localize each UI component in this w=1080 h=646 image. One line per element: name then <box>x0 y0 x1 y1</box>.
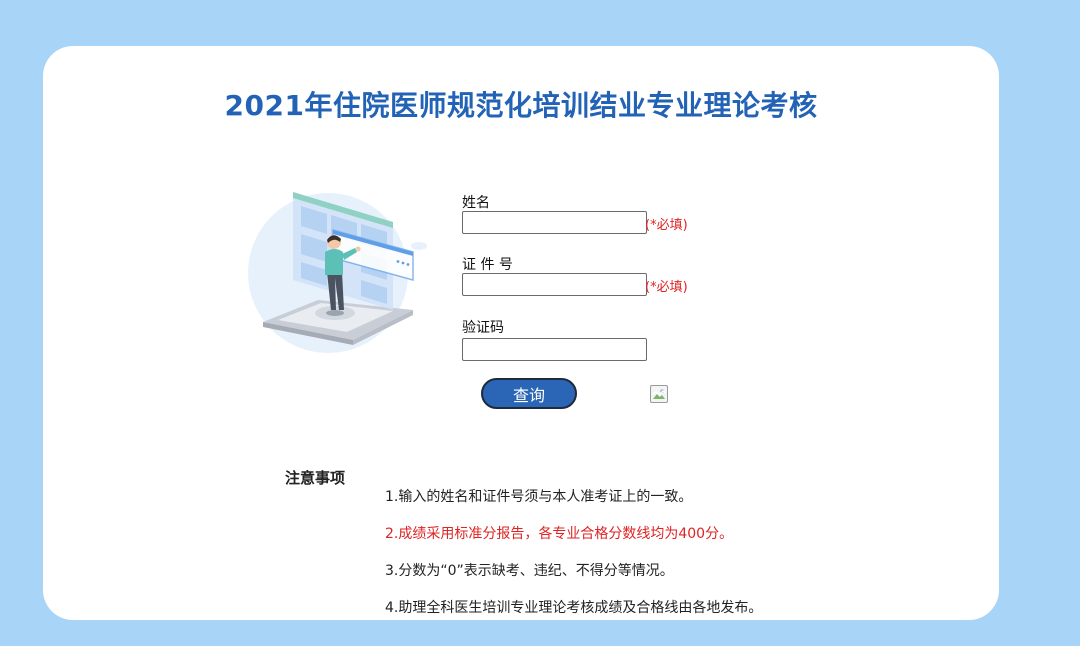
id-number-required-note: (*必填) <box>645 280 688 295</box>
id-number-label: 证 件 号 <box>462 257 513 273</box>
note-item: 3.分数为“0”表示缺考、违纪、不得分等情况。 <box>385 563 674 579</box>
note-item: 4.助理全科医生培训专业理论考核成绩及合格线由各地发布。 <box>385 600 763 616</box>
name-required-note: (*必填) <box>645 218 688 233</box>
broken-image-icon <box>651 387 667 401</box>
main-card: 2021年住院医师规范化培训结业专业理论考核 姓名 (*必填) 证 件 号 (*… <box>43 46 999 620</box>
page-title: 2021年住院医师规范化培训结业专业理论考核 <box>224 89 818 122</box>
person-screen-illustration <box>248 192 427 353</box>
name-label: 姓名 <box>462 195 490 211</box>
captcha-label: 验证码 <box>462 320 504 336</box>
query-button[interactable]: 查询 <box>481 378 577 409</box>
name-input[interactable] <box>462 211 647 234</box>
id-number-input[interactable] <box>462 273 647 296</box>
notes-title: 注意事项 <box>285 469 346 487</box>
note-item: 1.输入的姓名和证件号须与本人准考证上的一致。 <box>385 489 693 505</box>
note-item-highlight: 2.成绩采用标准分报告，各专业合格分数线均为400分。 <box>385 526 734 542</box>
captcha-input[interactable] <box>462 338 647 361</box>
captcha-image[interactable] <box>650 385 668 403</box>
